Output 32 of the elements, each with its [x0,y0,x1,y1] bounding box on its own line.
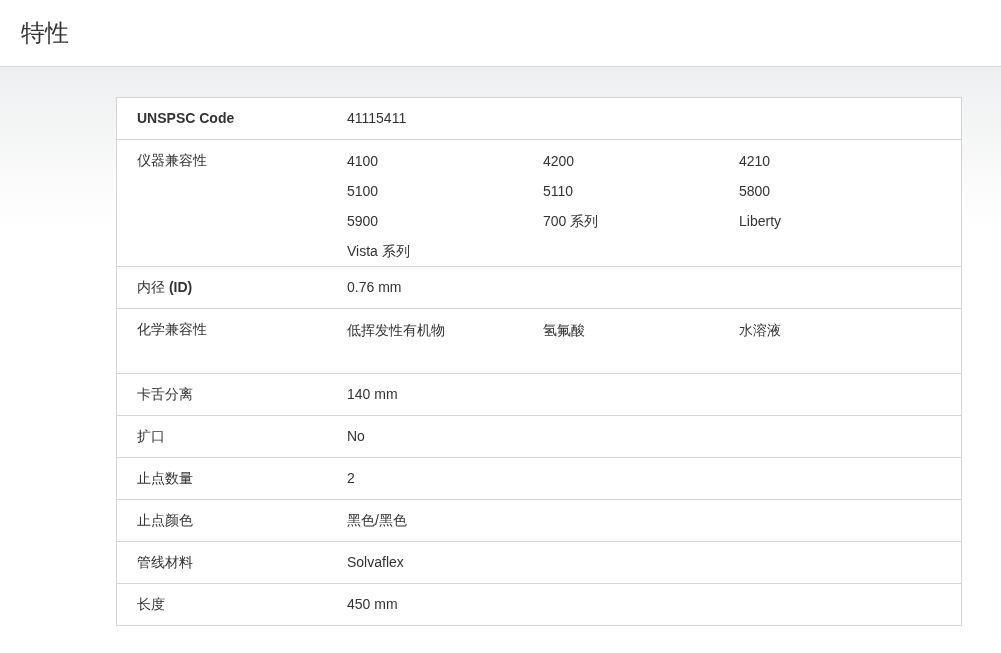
property-value: 450 mm [347,596,398,612]
property-label: 止点数量 [137,470,193,486]
property-label: 扩口 [137,428,165,444]
property-label: 止点颜色 [137,512,193,528]
property-label: 化学兼容性 [137,321,207,337]
property-value: 4200 [543,151,575,171]
property-value: 140 mm [347,386,398,402]
property-value: No [347,428,365,444]
property-label: 卡舌分离 [137,386,193,402]
property-value: 4100 [347,151,379,171]
property-label: 管线材料 [137,554,193,570]
property-value: 5100 [347,181,379,201]
property-label: UNSPSC Code [137,110,235,126]
section-title: 特性 [21,18,69,48]
property-value: 0.76 mm [347,279,402,295]
property-label: 仪器兼容性 [137,152,207,168]
property-value: Solvaflex [347,554,404,570]
property-label: 内径 (ID) [137,279,193,295]
property-value: 4210 [739,151,771,171]
property-value: Vista 系列 [347,241,410,261]
property-value: 水溶液 [739,320,781,340]
property-value: 5110 [543,181,574,201]
property-value: 低挥发性有机物 [347,320,445,340]
property-value: 41115411 [347,110,407,126]
property-value: 2 [347,470,355,486]
property-value: 5800 [739,181,771,201]
property-value: 黑色/黑色 [347,512,407,528]
property-value: 氢氟酸 [543,320,585,340]
property-value: Liberty [739,211,782,231]
property-value: 700 系列 [543,211,599,231]
property-label: 长度 [137,596,165,612]
property-value: 5900 [347,211,379,231]
